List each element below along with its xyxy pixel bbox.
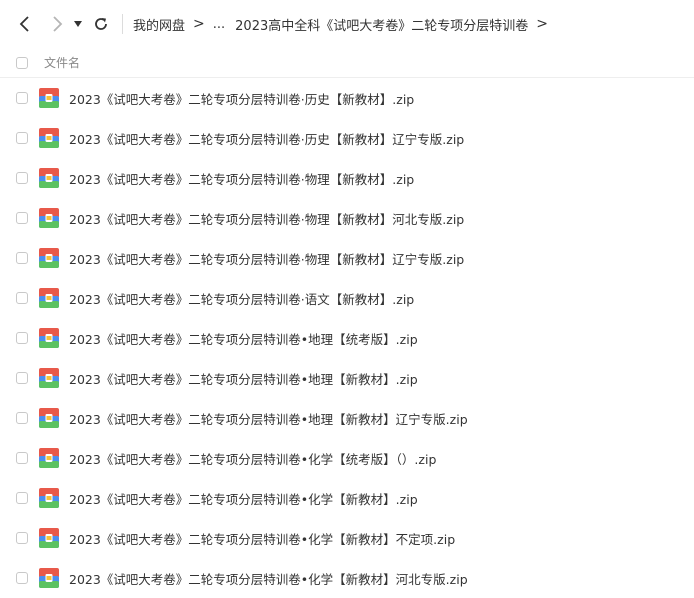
file-row[interactable]: 2023《试吧大考卷》二轮专项分层特训卷•地理【新教材】.zip (0, 358, 694, 398)
row-checkbox[interactable] (16, 572, 28, 584)
column-header-name[interactable]: 文件名 (44, 54, 80, 71)
file-row[interactable]: 2023《试吧大考卷》二轮专项分层特训卷•地理【新教材】辽宁专版.zip (0, 398, 694, 438)
row-checkbox[interactable] (16, 412, 28, 424)
zip-archive-icon (39, 528, 59, 548)
file-row[interactable]: 2023《试吧大考卷》二轮专项分层特训卷·物理【新教材】.zip (0, 158, 694, 198)
zip-archive-icon (39, 408, 59, 428)
file-list: 2023《试吧大考卷》二轮专项分层特训卷·历史【新教材】.zip 2023《试吧大… (0, 78, 694, 598)
breadcrumb-separator: > (536, 16, 548, 32)
file-name[interactable]: 2023《试吧大考卷》二轮专项分层特训卷•化学【新教材】河北专版.zip (69, 569, 468, 588)
row-checkbox[interactable] (16, 452, 28, 464)
file-name[interactable]: 2023《试吧大考卷》二轮专项分层特训卷•化学【新教材】.zip (69, 489, 418, 508)
navigation-toolbar: 我的网盘 > ... 2023高中全科《试吧大考卷》二轮专项分层特训卷 > (0, 0, 694, 48)
file-name[interactable]: 2023《试吧大考卷》二轮专项分层特训卷·物理【新教材】辽宁专版.zip (69, 249, 464, 268)
zip-archive-icon (39, 168, 59, 188)
file-row[interactable]: 2023《试吧大考卷》二轮专项分层特训卷•地理【统考版】.zip (0, 318, 694, 358)
file-list-header: 文件名 (0, 48, 694, 78)
row-checkbox[interactable] (16, 532, 28, 544)
chevron-left-icon[interactable] (12, 11, 38, 37)
row-checkbox[interactable] (16, 292, 28, 304)
file-row[interactable]: 2023《试吧大考卷》二轮专项分层特训卷•化学【新教材】不定项.zip (0, 518, 694, 558)
file-name[interactable]: 2023《试吧大考卷》二轮专项分层特训卷·历史【新教材】.zip (69, 89, 414, 108)
file-row[interactable]: 2023《试吧大考卷》二轮专项分层特训卷·物理【新教材】辽宁专版.zip (0, 238, 694, 278)
chevron-right-icon[interactable] (44, 11, 70, 37)
select-all-checkbox[interactable] (16, 56, 28, 69)
breadcrumb-ellipsis[interactable]: ... (213, 17, 225, 32)
file-name[interactable]: 2023《试吧大考卷》二轮专项分层特训卷•化学【新教材】不定项.zip (69, 529, 455, 548)
file-row[interactable]: 2023《试吧大考卷》二轮专项分层特训卷·物理【新教材】河北专版.zip (0, 198, 694, 238)
file-row[interactable]: 2023《试吧大考卷》二轮专项分层特训卷·语文【新教材】.zip (0, 278, 694, 318)
file-name[interactable]: 2023《试吧大考卷》二轮专项分层特训卷•地理【统考版】.zip (69, 329, 418, 348)
file-row[interactable]: 2023《试吧大考卷》二轮专项分层特训卷•化学【统考版】（）.zip (0, 438, 694, 478)
zip-archive-icon (39, 128, 59, 148)
zip-archive-icon (39, 248, 59, 268)
breadcrumb-separator: > (193, 16, 205, 32)
zip-archive-icon (39, 448, 59, 468)
row-checkbox[interactable] (16, 372, 28, 384)
zip-archive-icon (39, 368, 59, 388)
zip-archive-icon (39, 88, 59, 108)
zip-archive-icon (39, 208, 59, 228)
row-checkbox[interactable] (16, 172, 28, 184)
file-name[interactable]: 2023《试吧大考卷》二轮专项分层特训卷·语文【新教材】.zip (69, 289, 414, 308)
toolbar-divider (122, 14, 123, 34)
row-checkbox[interactable] (16, 332, 28, 344)
refresh-icon[interactable] (88, 11, 114, 37)
row-checkbox[interactable] (16, 492, 28, 504)
row-checkbox[interactable] (16, 252, 28, 264)
row-checkbox[interactable] (16, 132, 28, 144)
file-row[interactable]: 2023《试吧大考卷》二轮专项分层特训卷•化学【新教材】河北专版.zip (0, 558, 694, 598)
file-name[interactable]: 2023《试吧大考卷》二轮专项分层特训卷•化学【统考版】（）.zip (69, 449, 436, 468)
file-name[interactable]: 2023《试吧大考卷》二轮专项分层特训卷•地理【新教材】.zip (69, 369, 418, 388)
zip-archive-icon (39, 288, 59, 308)
file-name[interactable]: 2023《试吧大考卷》二轮专项分层特训卷·物理【新教材】.zip (69, 169, 414, 188)
file-row[interactable]: 2023《试吧大考卷》二轮专项分层特训卷·历史【新教材】辽宁专版.zip (0, 118, 694, 158)
file-name[interactable]: 2023《试吧大考卷》二轮专项分层特训卷·物理【新教材】河北专版.zip (69, 209, 464, 228)
row-checkbox[interactable] (16, 92, 28, 104)
breadcrumb: 我的网盘 > ... 2023高中全科《试吧大考卷》二轮专项分层特训卷 > (133, 15, 556, 34)
caret-down-icon[interactable] (70, 11, 86, 37)
file-row[interactable]: 2023《试吧大考卷》二轮专项分层特训卷·历史【新教材】.zip (0, 78, 694, 118)
zip-archive-icon (39, 328, 59, 348)
zip-archive-icon (39, 568, 59, 588)
breadcrumb-current-folder[interactable]: 2023高中全科《试吧大考卷》二轮专项分层特训卷 (235, 15, 528, 34)
zip-archive-icon (39, 488, 59, 508)
file-name[interactable]: 2023《试吧大考卷》二轮专项分层特训卷•地理【新教材】辽宁专版.zip (69, 409, 468, 428)
file-name[interactable]: 2023《试吧大考卷》二轮专项分层特训卷·历史【新教材】辽宁专版.zip (69, 129, 464, 148)
file-row[interactable]: 2023《试吧大考卷》二轮专项分层特训卷•化学【新教材】.zip (0, 478, 694, 518)
row-checkbox[interactable] (16, 212, 28, 224)
breadcrumb-root[interactable]: 我的网盘 (133, 15, 185, 34)
